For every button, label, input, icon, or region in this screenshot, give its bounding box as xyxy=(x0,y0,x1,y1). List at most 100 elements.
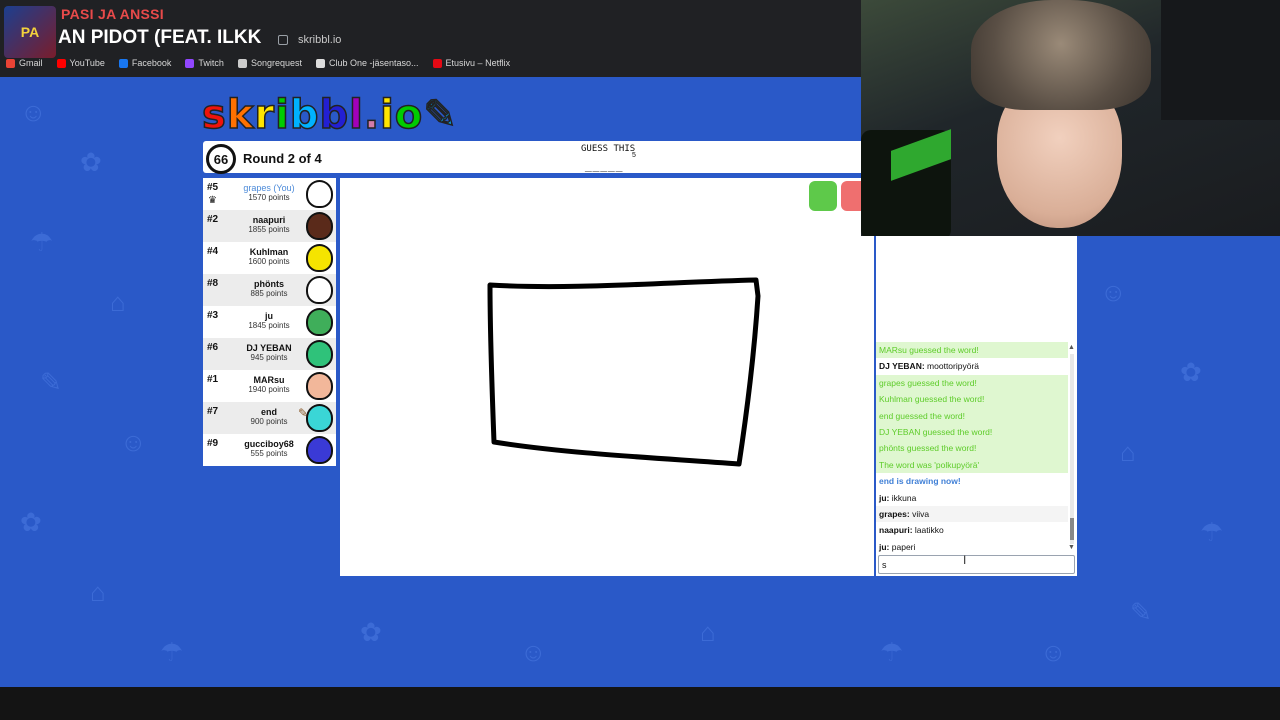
chat-text: DJ YEBAN guessed the word! xyxy=(879,426,993,437)
bottom-bar xyxy=(0,687,1280,720)
player-row[interactable]: #3 ju 1845 points xyxy=(203,306,336,338)
crown-icon: ♛ xyxy=(208,195,217,206)
player-avatar xyxy=(306,436,333,464)
chat-text: end guessed the word! xyxy=(879,410,966,421)
logo-letter: s xyxy=(201,91,227,139)
player-row[interactable]: #8 phönts 885 points xyxy=(203,274,336,306)
webcam-overlay xyxy=(861,0,1280,236)
rating-buttons xyxy=(809,181,869,211)
player-rank: #4 xyxy=(207,246,219,257)
logo-letter: b xyxy=(289,91,320,139)
timer-value: 66 xyxy=(213,151,229,167)
player-row[interactable]: #7 end 900 points ✎ xyxy=(203,402,336,434)
chat-message: DJ YEBAN guessed the word! xyxy=(876,423,1068,441)
drawing-svg xyxy=(487,277,761,467)
logo-letter: b xyxy=(319,91,350,139)
chat-username: ju: xyxy=(879,492,890,503)
player-row[interactable]: #2 naapuri 1855 points xyxy=(203,210,336,242)
player-rank: #6 xyxy=(207,342,219,353)
round-indicator: Round 2 of 4 xyxy=(243,151,322,166)
guess-label: GUESS THIS xyxy=(581,144,636,154)
logo-letter: o xyxy=(394,91,424,139)
chat-username: ju: xyxy=(879,541,890,552)
album-art: PA xyxy=(4,6,56,58)
chat-message: phönts guessed the word! xyxy=(876,440,1068,457)
player-rank: #3 xyxy=(207,310,219,321)
player-row[interactable]: #5 grapes (You) 1570 points ♛ xyxy=(203,178,336,210)
timer-clock: 66 xyxy=(206,144,236,174)
chat-text: paperi xyxy=(891,541,916,552)
player-avatar xyxy=(306,340,333,368)
webcam-fur-hat xyxy=(971,0,1151,110)
player-rank: #9 xyxy=(207,438,219,449)
scroll-down-icon[interactable]: ▼ xyxy=(1068,544,1075,551)
bookmark-item[interactable]: Etusivu – Netflix xyxy=(432,58,511,68)
url-text: skribbl.io xyxy=(298,34,342,46)
chat-text: Kuhlman guessed the word! xyxy=(879,394,985,405)
player-avatar xyxy=(306,404,333,432)
player-row[interactable]: #4 Kuhlman 1600 points xyxy=(203,242,336,274)
logo-letter: k xyxy=(226,91,255,139)
player-points: 1845 points xyxy=(248,321,290,330)
chat-username: DJ YEBAN: xyxy=(879,361,925,372)
player-rank: #1 xyxy=(207,374,219,385)
player-avatar xyxy=(306,372,333,400)
bookmark-item[interactable]: Club One -jäsentaso... xyxy=(315,58,419,68)
scroll-track[interactable] xyxy=(1070,354,1074,544)
chat-messages: MARsu guessed the word! DJ YEBAN: moottor… xyxy=(876,342,1068,554)
player-points: 885 points xyxy=(250,289,288,298)
chat-message: ju: paperi xyxy=(876,539,1068,555)
scroll-thumb[interactable] xyxy=(1070,518,1074,540)
skribbl-logo[interactable]: skribbl.io✎ xyxy=(201,91,458,139)
now-playing-overlay: PA PASI JA ANSSI AN PIDOT (FEAT. ILKK xyxy=(0,0,300,66)
bookmark-favicon-icon xyxy=(315,58,325,68)
chat-text: laatikko xyxy=(914,525,944,536)
bookmark-label: Etusivu – Netflix xyxy=(445,58,511,68)
chat-message: grapes: viiva xyxy=(876,505,1068,523)
player-row[interactable]: #1 MARsu 1940 points xyxy=(203,370,336,402)
chat-text: MARsu guessed the word! xyxy=(879,345,979,355)
address-bar[interactable]: skribbl.io xyxy=(278,30,858,50)
thumbs-up-icon[interactable] xyxy=(809,181,837,211)
player-avatar xyxy=(306,244,333,272)
chat-text: The word was 'polkupyörä' xyxy=(879,459,980,470)
chat-message: end is drawing now! xyxy=(876,473,1068,489)
player-row[interactable]: #6 DJ YEBAN 945 points xyxy=(203,338,336,370)
player-name: naapuri xyxy=(252,215,286,225)
song-artist: PASI JA ANSSI xyxy=(61,6,164,22)
scroll-up-icon[interactable]: ▲ xyxy=(1068,344,1075,351)
player-list: #5 grapes (You) 1570 points ♛ #2 naapuri 1855 … xyxy=(203,178,336,466)
drawing-canvas[interactable] xyxy=(340,178,874,576)
player-rank: #7 xyxy=(207,406,219,417)
chat-scrollbar[interactable]: ▲ ▼ xyxy=(1068,344,1076,552)
chat-text: grapes guessed the word! xyxy=(879,377,977,388)
player-avatar xyxy=(306,276,333,304)
player-points: 555 points xyxy=(250,449,288,458)
webcam-background xyxy=(1161,0,1280,120)
logo-letter: ✎ xyxy=(423,91,458,139)
chat-username: grapes: xyxy=(879,508,910,519)
player-points: 1570 points xyxy=(248,193,290,202)
word-length: 5 xyxy=(632,152,636,159)
chat-message: The word was 'polkupyörä' xyxy=(876,456,1068,474)
chat-input[interactable] xyxy=(878,555,1075,574)
chat-text: moottoripyörä xyxy=(927,361,980,372)
song-title: AN PIDOT (FEAT. ILKK xyxy=(58,27,262,48)
chat-message: ju: ikkuna xyxy=(876,490,1068,506)
logo-letter: . xyxy=(363,91,381,139)
word-blanks: _____ xyxy=(585,159,624,173)
chat-text: ikkuna xyxy=(891,492,917,503)
player-points: 1940 points xyxy=(248,385,290,394)
player-rank: #8 xyxy=(207,278,219,289)
player-row[interactable]: #9 gucciboy68 555 points xyxy=(203,434,336,466)
player-avatar xyxy=(306,212,333,240)
chat-username: naapuri: xyxy=(879,525,913,536)
text-cursor-icon: I xyxy=(963,553,967,567)
player-name: ju xyxy=(265,311,273,321)
logo-letter: l xyxy=(348,91,364,139)
bookmark-label: Club One -jäsentaso... xyxy=(328,58,419,68)
player-rank: #5 xyxy=(207,182,219,193)
chat-message: MARsu guessed the word! xyxy=(876,342,1068,359)
chat-message: Kuhlman guessed the word! xyxy=(876,391,1068,408)
chat-text: end is drawing now! xyxy=(879,476,961,487)
